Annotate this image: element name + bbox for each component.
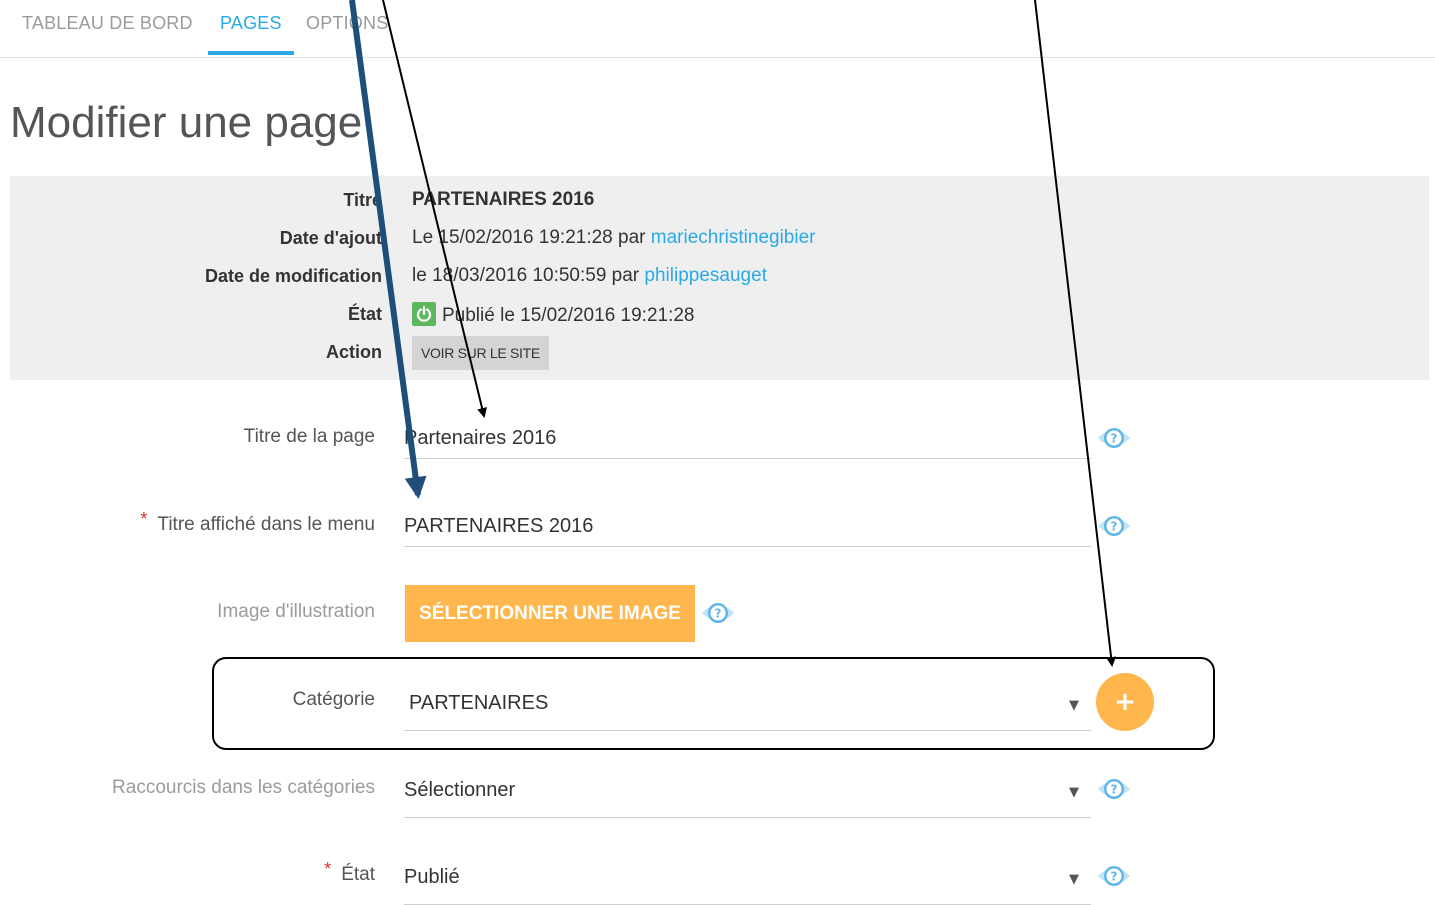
shortcuts-label: Raccourcis dans les catégories xyxy=(112,777,375,798)
info-modified-label: Date de modification xyxy=(204,266,382,286)
help-icon[interactable]: ? xyxy=(700,599,736,627)
info-added-value: Le 15/02/2016 19:21:28 par mariechristin… xyxy=(412,227,816,249)
help-icon[interactable]: ? xyxy=(1096,862,1132,890)
state-label: * État xyxy=(324,859,375,886)
state-select-value: Publié xyxy=(404,866,460,888)
tab-tableau-de-bord[interactable]: TABLEAU DE BORD xyxy=(22,0,193,55)
info-title-value: PARTENAIRES 2016 xyxy=(412,189,595,210)
select-image-button[interactable]: SÉLECTIONNER UNE IMAGE xyxy=(405,585,695,642)
menu-title-input[interactable] xyxy=(404,506,1091,547)
info-title-label: Titre xyxy=(343,190,382,210)
info-action-label: Action xyxy=(326,342,382,362)
info-modified-value: le 18/03/2016 10:50:59 par philippesauge… xyxy=(412,265,767,287)
state-select[interactable]: Publié ▼ xyxy=(404,860,1091,905)
page-title-label: Titre de la page xyxy=(243,426,375,447)
info-state-label: État xyxy=(347,304,382,324)
page-title: Modifier une page xyxy=(10,98,363,147)
required-mark: * xyxy=(324,859,332,879)
caret-down-icon: ▼ xyxy=(1069,698,1079,713)
info-added-user-link[interactable]: mariechristinegibier xyxy=(651,227,816,248)
page-info-panel: Titre PARTENAIRES 2016 Date d'ajout Le 1… xyxy=(10,176,1429,380)
required-mark: * xyxy=(140,509,148,529)
power-icon xyxy=(412,302,436,326)
help-icon[interactable]: ? xyxy=(1096,424,1132,452)
tab-pages-label: PAGES xyxy=(220,13,282,33)
shortcuts-select-value: Sélectionner xyxy=(404,779,516,801)
state-label-text: État xyxy=(341,864,375,885)
info-modified-text: le 18/03/2016 10:50:59 par xyxy=(412,265,645,286)
svg-text:?: ? xyxy=(1111,783,1118,797)
category-label: Catégorie xyxy=(292,689,375,710)
tab-options[interactable]: OPTIONS xyxy=(306,0,388,55)
tab-pages[interactable]: PAGES xyxy=(208,0,294,55)
menu-title-label: * Titre affiché dans le menu xyxy=(140,509,375,536)
svg-text:?: ? xyxy=(715,607,722,621)
top-tabs: TABLEAU DE BORD PAGES OPTIONS xyxy=(0,0,1435,58)
svg-text:?: ? xyxy=(1111,432,1118,446)
info-added-text: Le 15/02/2016 19:21:28 par xyxy=(412,227,651,248)
view-on-site-button[interactable]: VOIR SUR LE SITE xyxy=(412,336,549,370)
svg-text:?: ? xyxy=(1111,870,1118,884)
category-select-value: PARTENAIRES xyxy=(409,692,549,714)
category-select[interactable]: PARTENAIRES ▼ xyxy=(404,686,1091,731)
info-state-text: Publié le 15/02/2016 19:21:28 xyxy=(442,305,695,326)
shortcuts-select[interactable]: Sélectionner ▼ xyxy=(404,773,1091,818)
svg-text:?: ? xyxy=(1111,520,1118,534)
caret-down-icon: ▼ xyxy=(1069,872,1079,887)
menu-title-label-text: Titre affiché dans le menu xyxy=(157,514,375,535)
caret-down-icon: ▼ xyxy=(1069,785,1079,800)
help-icon[interactable]: ? xyxy=(1096,775,1132,803)
help-icon[interactable]: ? xyxy=(1096,512,1132,540)
info-modified-user-link[interactable]: philippesauget xyxy=(644,265,767,286)
image-label: Image d'illustration xyxy=(217,601,375,622)
add-category-button[interactable]: + xyxy=(1096,673,1154,731)
page-title-input[interactable] xyxy=(404,418,1091,459)
info-state-value: Publié le 15/02/2016 19:21:28 xyxy=(412,302,695,327)
info-added-label: Date d'ajout xyxy=(279,228,382,248)
